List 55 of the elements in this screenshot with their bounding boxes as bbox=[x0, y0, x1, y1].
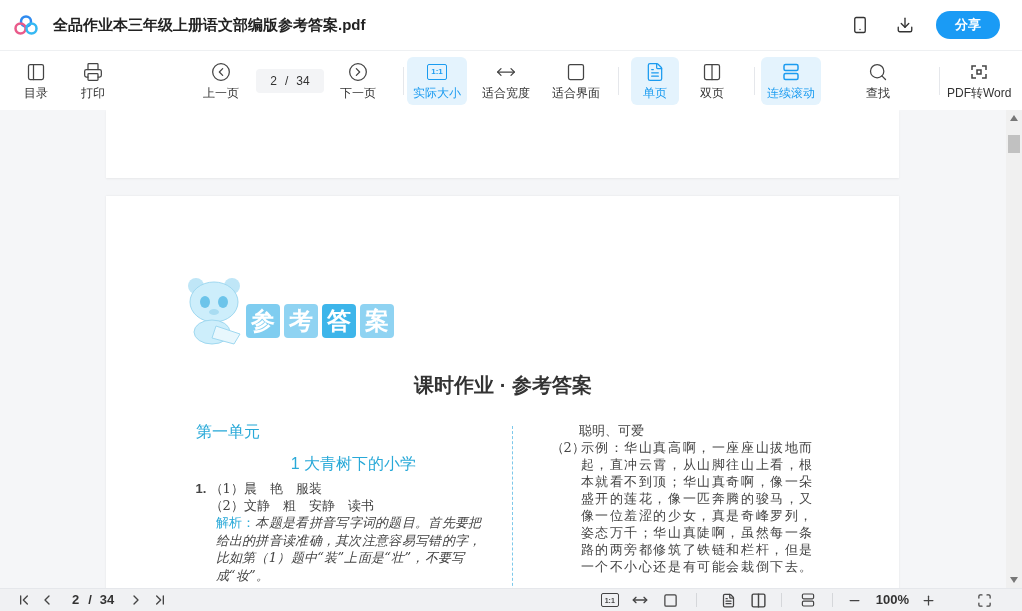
double-page-icon bbox=[702, 61, 722, 82]
fit-page-icon bbox=[566, 61, 586, 82]
toolbar-button[interactable]: 双页 bbox=[688, 56, 736, 105]
scroll-up-icon[interactable] bbox=[1010, 115, 1018, 121]
question-number: 1. bbox=[195, 480, 208, 497]
toolbar-button[interactable]: PDF转Word bbox=[941, 56, 1018, 105]
page-number-field[interactable]: 2 / 34 bbox=[256, 68, 324, 93]
lesson-heading: 1 大青树下的小学 bbox=[290, 454, 417, 474]
toolbar-button[interactable]: 查找 bbox=[854, 56, 902, 105]
app-logo bbox=[14, 15, 38, 35]
download-icon[interactable] bbox=[896, 16, 914, 34]
file-name: 全品作业本三年级上册语文部编版参考答案.pdf bbox=[53, 14, 366, 35]
question-number: （2） bbox=[550, 439, 581, 457]
search-icon bbox=[868, 61, 888, 82]
actual-size-icon: 1:1 bbox=[427, 63, 447, 80]
answer-text: 示例：华山真高啊，一座座山拔地而起，直冲云霄，从山脚往山上看，根本就看不到顶；华山真奇啊，像一朵盛开的莲花，像一匹奔腾的骏马，又像一位羞涩的少女，真是奇峰罗列，姿态万千；华山真陡啊，虽然每一条路的两旁都修筑了铁链和栏杆，但是一个不小心还是有可能会栽倒下去。 bbox=[580, 439, 816, 575]
right-circle-icon bbox=[348, 61, 368, 82]
double-page-icon[interactable] bbox=[749, 591, 767, 609]
fit-page-icon[interactable] bbox=[662, 592, 678, 608]
single-page-icon bbox=[645, 61, 665, 82]
stacked-rectangles-icon bbox=[799, 592, 816, 608]
unit-heading: 第一单元 bbox=[195, 422, 261, 442]
current-page: 2 bbox=[72, 591, 80, 610]
toolbar-button[interactable]: 适合界面 bbox=[546, 56, 606, 105]
toolbar-button[interactable]: 目录 bbox=[12, 56, 60, 105]
logo-tile: 考 bbox=[283, 304, 318, 338]
analysis-text: 解析：本题是看拼音写字词的题目。首先要把给出的拼音读准确，其次注意容易写错的字，比如第（1）题中“装”上面是“壮”，不要写成“妆”。 bbox=[215, 514, 483, 584]
toolbar-button[interactable]: 下一页 bbox=[334, 56, 382, 105]
document-title: 课时作业 · 参考答案 bbox=[414, 373, 592, 398]
zoom-in-icon[interactable] bbox=[921, 592, 936, 608]
phone-icon[interactable] bbox=[851, 16, 869, 34]
answer-text: 聪明、可爱 bbox=[578, 422, 645, 439]
toolbar-button[interactable]: 适合宽度 bbox=[476, 56, 536, 105]
page-separator: / bbox=[285, 72, 289, 90]
toolbar-button[interactable]: 打印 bbox=[69, 56, 117, 105]
total-pages: 34 bbox=[99, 591, 115, 610]
fullscreen-icon[interactable] bbox=[977, 592, 992, 608]
answer-text: （2）文静 粗 安静 读书 bbox=[209, 497, 375, 514]
page-separator: / bbox=[88, 591, 92, 610]
zoom-level: 100% bbox=[875, 591, 909, 610]
printer-icon bbox=[83, 61, 103, 82]
scrollbar[interactable] bbox=[1006, 110, 1022, 588]
single-page-icon[interactable] bbox=[720, 592, 736, 608]
scroll-down-icon[interactable] bbox=[1010, 577, 1018, 583]
answer-text: （1）晨 艳 服装 bbox=[209, 480, 322, 497]
logo-tile: 案 bbox=[359, 304, 394, 338]
logo-tile: 答 bbox=[321, 304, 356, 338]
logo-tile: 参 bbox=[245, 304, 280, 338]
sidebar-icon bbox=[26, 61, 46, 82]
total-pages: 34 bbox=[296, 72, 310, 90]
left-circle-icon bbox=[211, 61, 231, 82]
scrollbar-thumb[interactable] bbox=[1008, 135, 1020, 153]
stacked-rectangles-icon bbox=[781, 61, 801, 82]
toolbar-button[interactable]: 上一页 bbox=[197, 56, 245, 105]
current-page: 2 bbox=[270, 72, 277, 90]
